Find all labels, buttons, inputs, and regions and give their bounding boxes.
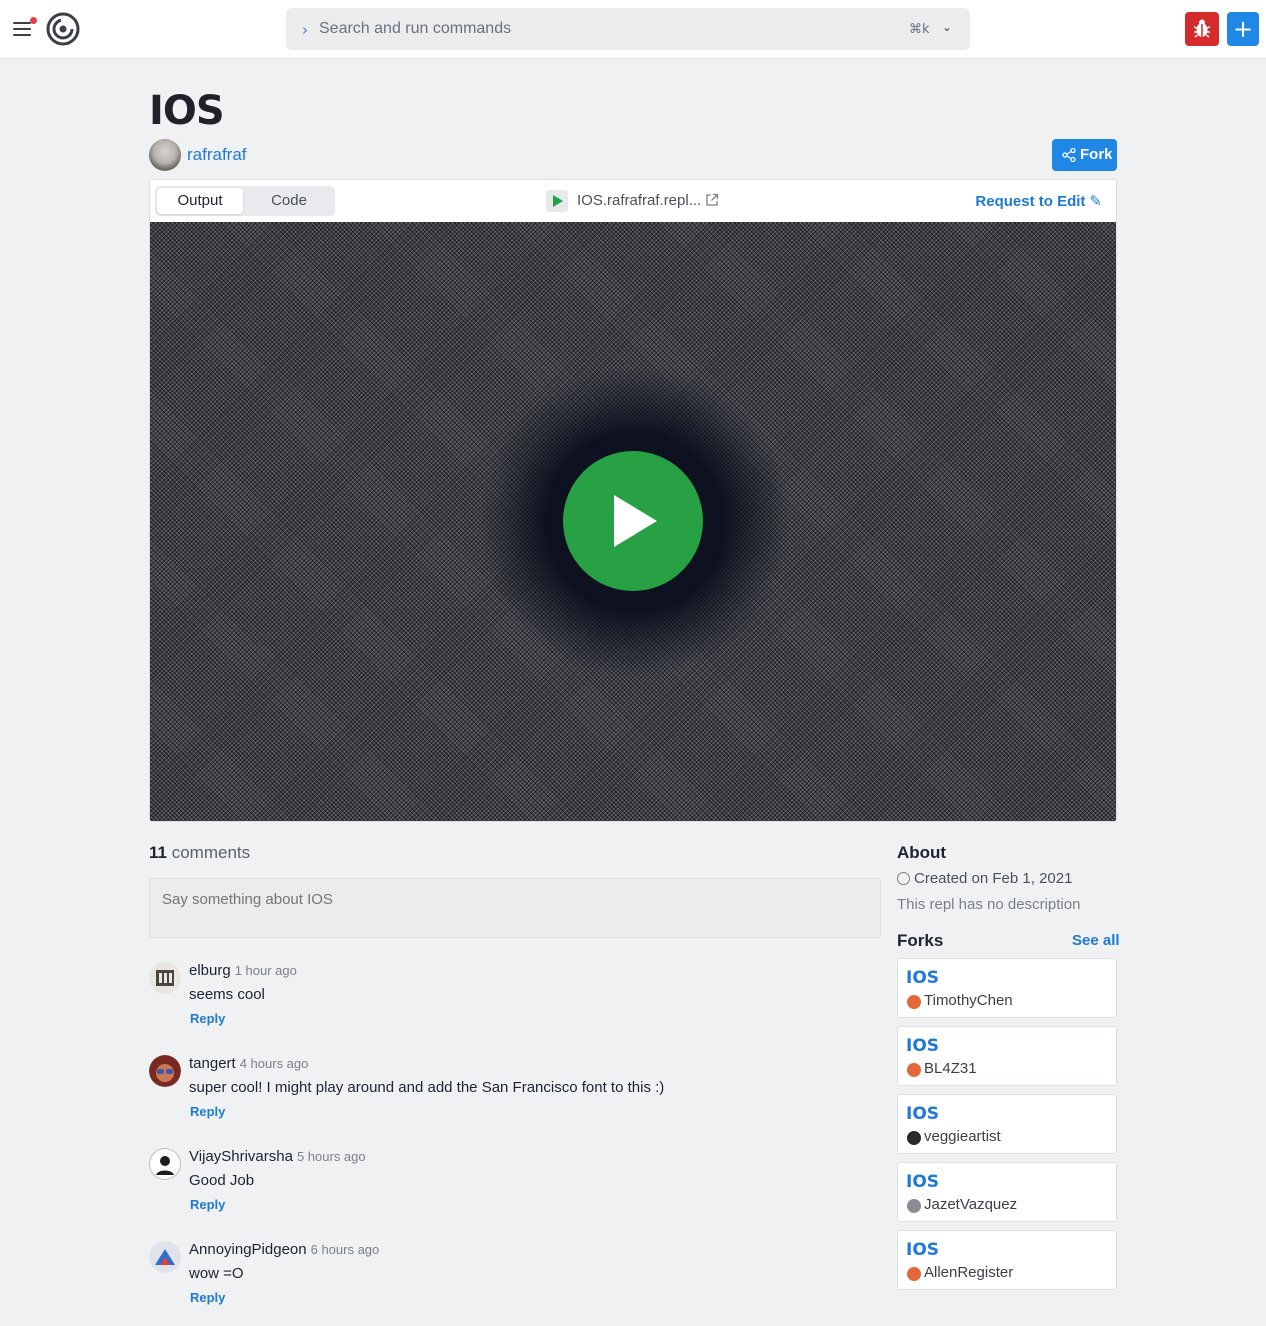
- fork-owner-avatar: [907, 1199, 921, 1213]
- comment: VijayShrivarsha 5 hours ago Good Job Repl…: [149, 1148, 881, 1228]
- fork-owner-avatar: [907, 1267, 921, 1281]
- fork-owner: TimothyChen: [924, 992, 1013, 1009]
- fork-owner: BL4Z31: [924, 1060, 977, 1077]
- fork-owner: JazetVazquez: [924, 1196, 1018, 1213]
- comment: tangert 4 hours ago super cool! I might p…: [149, 1055, 881, 1135]
- play-button[interactable]: [563, 451, 703, 591]
- fork-owner: AllenRegister: [924, 1264, 1014, 1281]
- comment-author[interactable]: VijayShrivarsha 5 hours ago: [189, 1148, 366, 1165]
- fork-card[interactable]: IOS BL4Z31: [897, 1026, 1117, 1086]
- pencil-icon: ✎: [1089, 193, 1102, 210]
- avatar[interactable]: [149, 1055, 181, 1087]
- run-icon[interactable]: [546, 190, 568, 212]
- chevron-down-icon[interactable]: ⌄: [942, 20, 952, 34]
- comment-text: wow =O: [189, 1265, 244, 1282]
- fork-card[interactable]: IOS TimothyChen: [897, 958, 1117, 1018]
- avatar[interactable]: [149, 1148, 181, 1180]
- output-canvas[interactable]: [150, 222, 1116, 821]
- fork-owner-avatar: [907, 1131, 921, 1145]
- fork-button[interactable]: Fork: [1052, 139, 1117, 171]
- comment-input[interactable]: [149, 878, 881, 938]
- avatar[interactable]: [149, 1241, 181, 1273]
- comment-author[interactable]: elburg 1 hour ago: [189, 962, 297, 979]
- repl-url[interactable]: IOS.rafrafraf.repl...: [577, 192, 701, 209]
- top-bar: › Search and run commands ⌘k ⌄ +: [0, 0, 1266, 59]
- reply-button[interactable]: Reply: [190, 1197, 225, 1212]
- create-repl-button[interactable]: +: [1227, 12, 1259, 46]
- repl-description: This repl has no description: [897, 896, 1081, 913]
- search-placeholder: Search and run commands: [319, 20, 512, 37]
- fork-owner-avatar: [907, 995, 921, 1009]
- page-title: IOS: [149, 88, 225, 134]
- view-toggle: Output Code: [155, 186, 335, 216]
- comment-text: super cool! I might play around and add …: [189, 1079, 665, 1096]
- fork-card[interactable]: IOS veggieartist: [897, 1094, 1117, 1154]
- fork-title: IOS: [906, 1172, 940, 1192]
- owner-link[interactable]: rafrafraf: [187, 145, 247, 165]
- plus-icon: +: [1232, 15, 1254, 43]
- menu-icon[interactable]: [10, 16, 37, 42]
- comment-author[interactable]: tangert 4 hours ago: [189, 1055, 308, 1072]
- fork-owner: veggieartist: [924, 1128, 1001, 1145]
- fork-card[interactable]: IOS AllenRegister: [897, 1230, 1117, 1290]
- fork-card[interactable]: IOS JazetVazquez: [897, 1162, 1117, 1222]
- fork-owner-avatar: [907, 1063, 921, 1077]
- keyboard-shortcut: ⌘k: [909, 22, 930, 37]
- chevron-right-icon: ›: [302, 21, 308, 39]
- fork-button-label: Fork: [1080, 146, 1113, 163]
- see-all-forks-link[interactable]: See all: [1072, 932, 1120, 949]
- reply-button[interactable]: Reply: [190, 1290, 225, 1305]
- tab-code[interactable]: Code: [245, 188, 333, 214]
- reply-button[interactable]: Reply: [190, 1104, 225, 1119]
- clock-icon: [897, 872, 910, 885]
- created-date: Created on Feb 1, 2021: [897, 870, 1072, 887]
- avatar[interactable]: [149, 962, 181, 994]
- forks-heading: Forks: [897, 931, 944, 950]
- fork-title: IOS: [906, 1036, 940, 1056]
- fork-title: IOS: [906, 968, 940, 988]
- request-to-edit-label: Request to Edit: [975, 193, 1086, 210]
- comment-text: seems cool: [189, 986, 265, 1003]
- tab-output[interactable]: Output: [157, 188, 243, 214]
- bug-icon: [1193, 19, 1211, 38]
- owner-avatar[interactable]: [149, 139, 181, 171]
- comment: elburg 1 hour ago seems cool Reply: [149, 962, 881, 1042]
- reply-button[interactable]: Reply: [190, 1011, 225, 1026]
- command-search-bar[interactable]: › Search and run commands ⌘k ⌄: [286, 8, 970, 50]
- request-to-edit-button[interactable]: Request to Edit ✎: [975, 192, 1102, 210]
- replit-logo-icon[interactable]: [46, 12, 80, 46]
- fork-title: IOS: [906, 1240, 940, 1260]
- about-heading: About: [897, 843, 947, 862]
- comment-text: Good Job: [189, 1172, 255, 1189]
- comment-author[interactable]: AnnoyingPidgeon 6 hours ago: [189, 1241, 379, 1258]
- external-link-icon[interactable]: [705, 193, 719, 207]
- fork-icon: [1062, 148, 1076, 162]
- comment: AnnoyingPidgeon 6 hours ago wow =O Reply: [149, 1241, 881, 1321]
- bug-report-button[interactable]: [1185, 12, 1219, 46]
- fork-title: IOS: [906, 1104, 940, 1124]
- repl-embed-panel: Output Code IOS.rafrafraf.repl... Reques…: [149, 179, 1117, 822]
- notification-dot: [30, 17, 37, 24]
- comments-count: 11 comments: [149, 843, 251, 862]
